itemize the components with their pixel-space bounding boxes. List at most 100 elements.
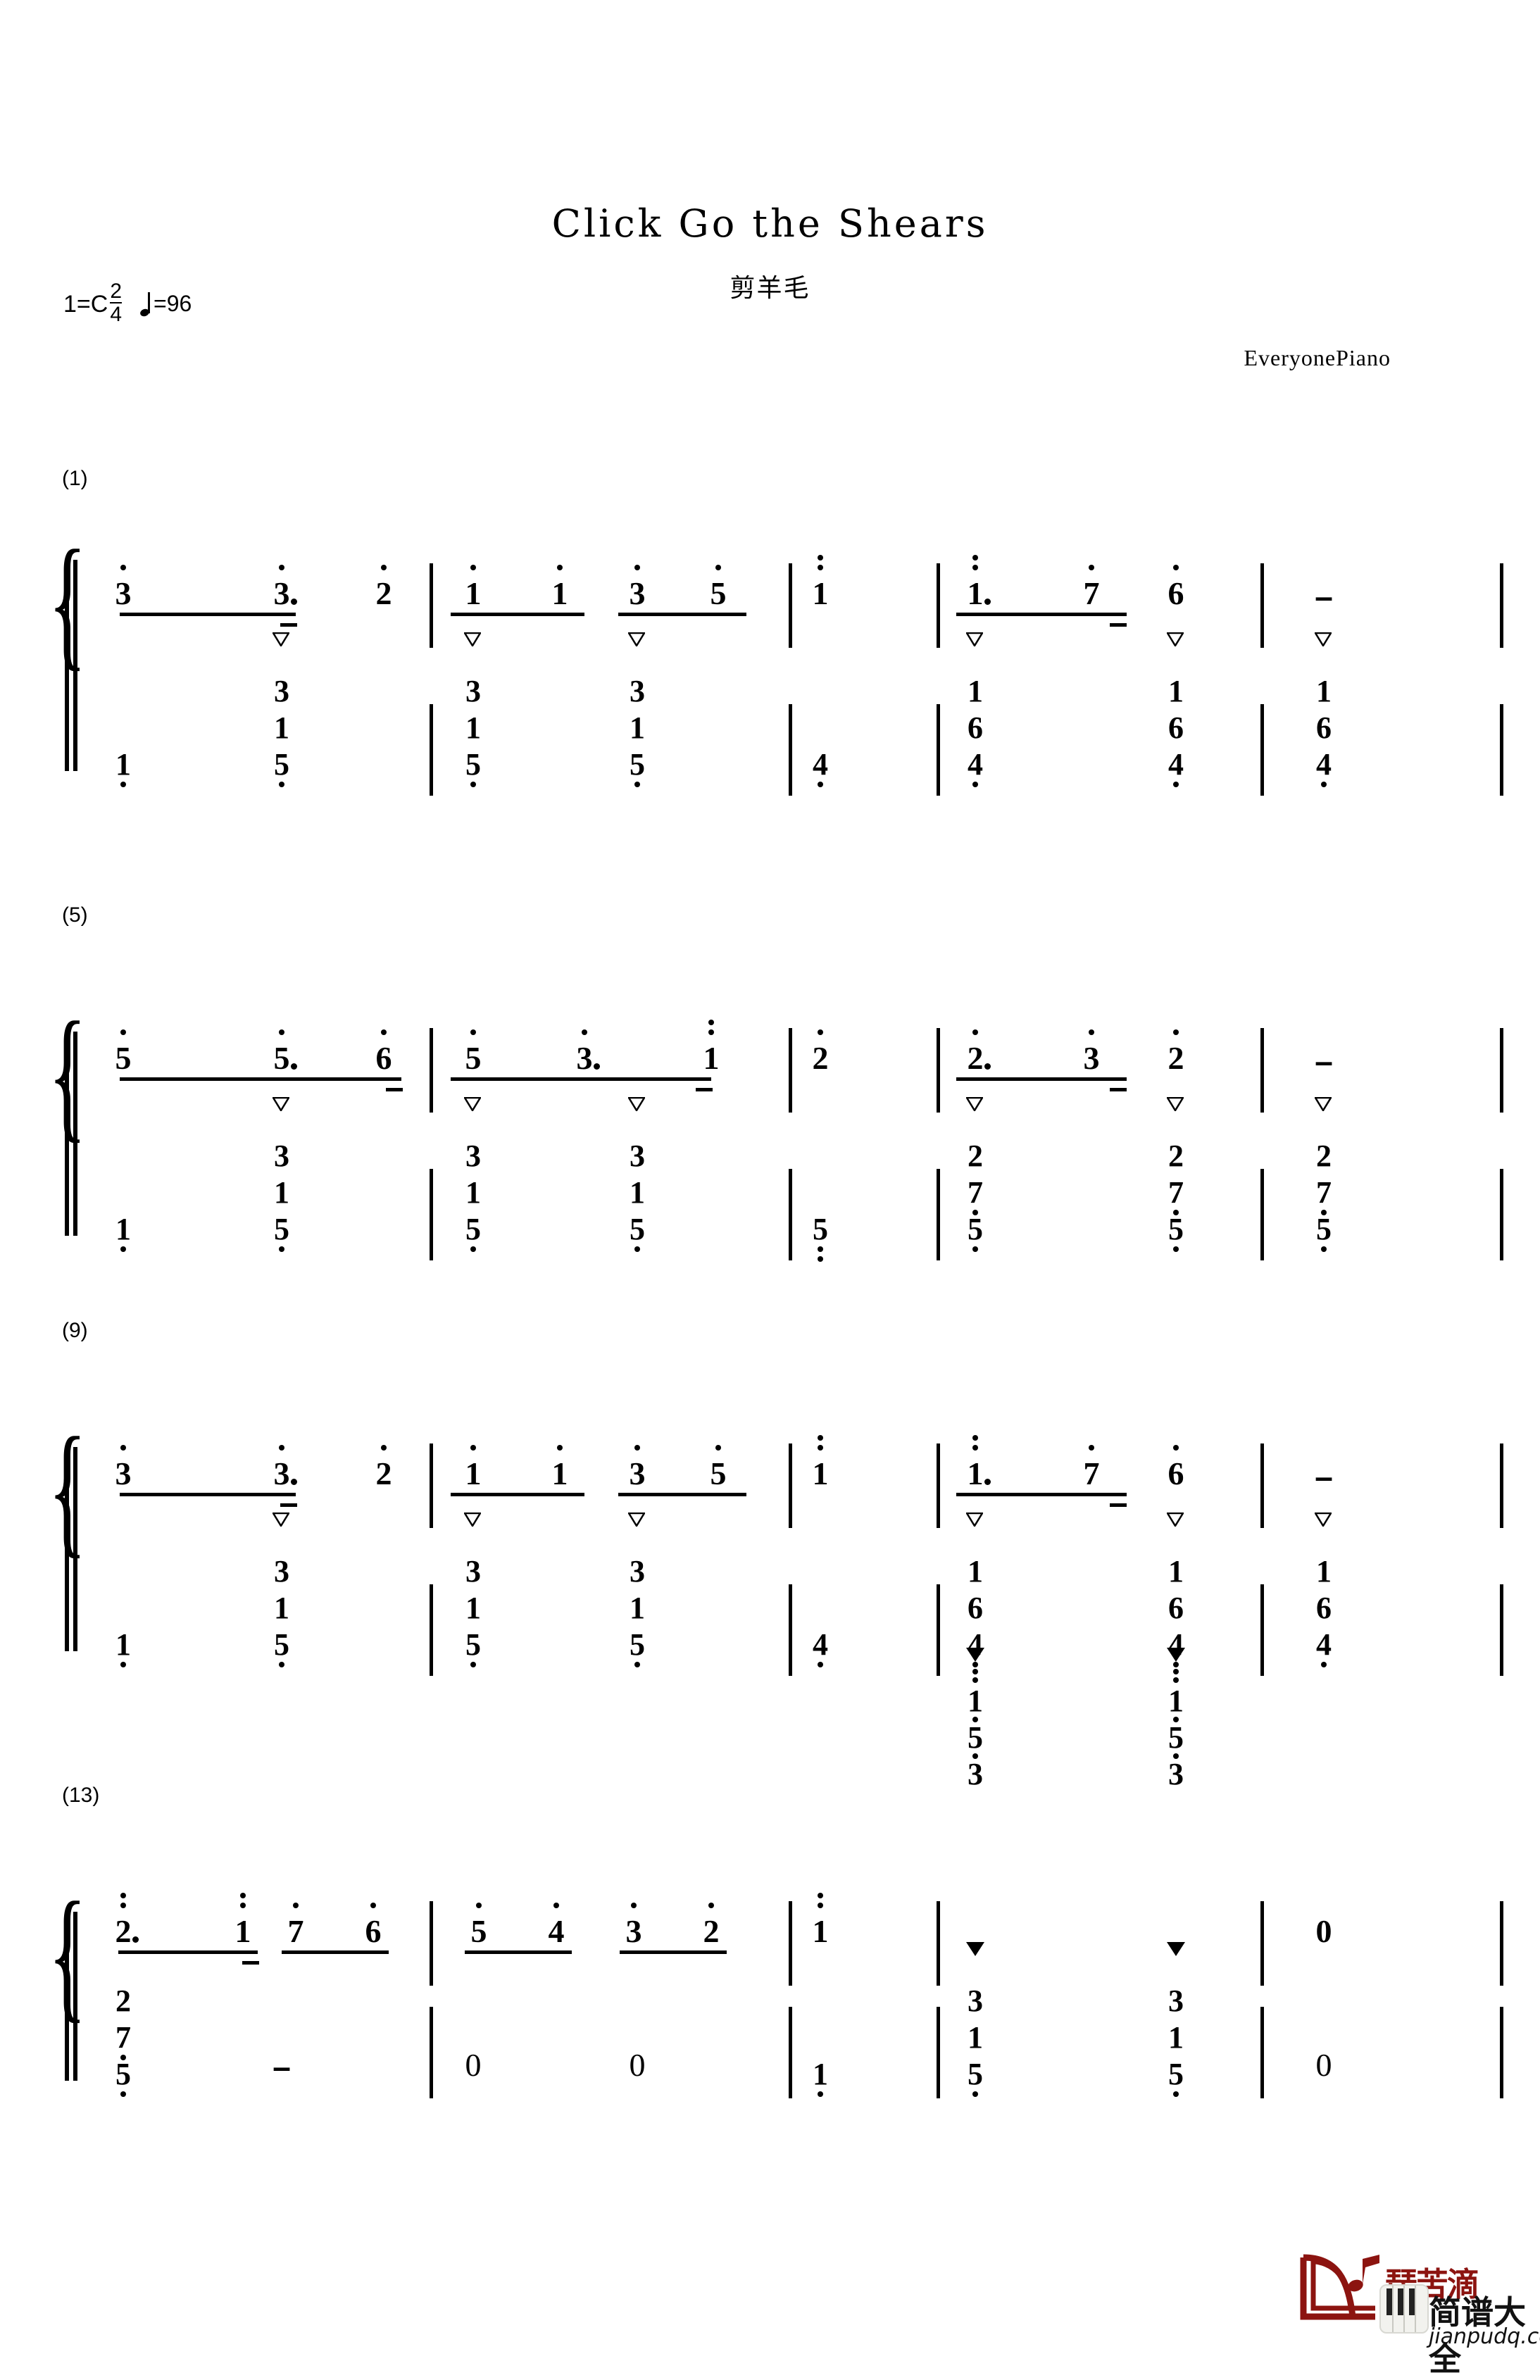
hold-dash: – [1315,1458,1333,1495]
melody-note: 5 [706,565,730,610]
melody-note: 1 [461,565,485,610]
left-hand-chord: 315 [268,673,296,787]
pedal-triangle-icon [628,1512,645,1527]
chord-note: 5 [630,1211,645,1252]
octave-up-dots [631,1903,637,1912]
barline [937,1443,940,1528]
beam-line [242,1961,259,1965]
beam-line [1110,1503,1127,1507]
barline [1260,563,1264,648]
octave-dot [715,1445,721,1451]
octave-dot [1173,1445,1179,1451]
rest-zero: 0 [629,2047,646,2083]
chord-note: 1 [630,1590,645,1625]
octave-dot [818,1435,823,1441]
octave-dot [634,1445,640,1451]
barline [1260,1028,1264,1113]
chord-note: 6 [1168,1590,1184,1625]
barline [1260,1584,1264,1676]
barline [1500,704,1503,796]
pedal-triangle-icon [1315,1512,1332,1527]
chord-note: 1 [465,1590,481,1625]
pedal-triangle-icon [628,632,645,646]
octave-dot [120,1661,126,1667]
barline [937,1169,940,1260]
octave-dot [634,781,640,787]
octave-dot [279,1029,284,1035]
octave-dot [553,1903,559,1908]
octave-down-dots [818,1246,823,1252]
chord-note: 1 [1168,674,1184,708]
chord-note: 3 [274,1139,289,1173]
melody-note: 3 [622,1903,646,1948]
chord-note: 4 [813,746,828,787]
left-hand-chord: 1 [806,2056,834,2097]
left-hand-chord: 315 [961,1983,989,2097]
hold-dash: – [273,2048,291,2085]
left-hand-chord: 164 [961,673,989,787]
chord-note: 2 [1168,1139,1184,1173]
barline [430,1169,433,1260]
barline [1500,563,1503,648]
melody-note: 1 [548,565,572,610]
octave-dot [972,555,978,560]
chord-note: 5 [1316,1211,1332,1252]
octave-dot [972,1661,978,1667]
left-hand-chord: 315 [459,1553,487,1667]
chord-note: 3 [630,674,645,708]
octave-up-dots [120,1445,126,1455]
barline [430,1901,433,1986]
octave-dot [1321,781,1327,787]
start-barline [73,1447,77,1651]
start-barline [73,1032,77,1236]
octave-dot [240,1893,246,1898]
octave-up-dots [470,565,476,575]
barline [1260,1901,1264,1986]
barline [789,1443,792,1528]
octave-up-dots [818,1893,823,1912]
left-hand-chord: 315 [623,1553,651,1667]
page-title: Click Go the Shears [551,201,989,246]
chord-note: 1 [465,710,481,745]
melody-note: 2 [372,565,396,610]
octave-dot [381,1029,387,1035]
octave-up-dots [708,1903,714,1912]
octave-up-dots [120,565,126,575]
octave-up-dots [279,565,284,575]
pedal-triangle-icon [273,1097,289,1111]
octave-dot [972,1435,978,1441]
chord-note: 7 [115,2019,131,2060]
augmentation-dot [291,1479,297,1485]
barline [937,1901,940,1986]
chord-note: 1 [630,710,645,745]
chord-note: 5 [968,1211,983,1252]
page-subtitle: 剪羊毛 [730,274,810,303]
key-tempo-block: 1=C 2 4 =96 [63,281,192,326]
barline [1500,1584,1503,1676]
octave-dot [381,565,387,570]
beam-line [451,613,584,616]
barline [430,1443,433,1528]
chord-note: 1 [465,1175,481,1210]
octave-dot [972,1029,978,1035]
octave-dot [818,1255,823,1262]
pedal-triangle-filled-icon [966,1942,984,1956]
augmentation-dot [291,1063,297,1070]
octave-dot [381,1445,387,1451]
left-hand-chord: 315 [623,1138,651,1252]
octave-dot [120,1903,126,1908]
measure-number: (1) [62,467,88,490]
octave-up-dots [972,1669,978,1686]
barline [937,1584,940,1676]
octave-dot [1173,1716,1179,1722]
left-hand-chord: 164 [1310,1553,1338,1667]
octave-up-dots [381,1029,387,1039]
melody-note: 1 [808,555,832,610]
tempo-value: =96 [154,291,192,316]
accent-triangle-filled-icon [1167,1648,1185,1662]
octave-up-dots [557,1445,563,1455]
beam-line [618,613,746,616]
octave-dot [1173,1661,1179,1667]
pedal-triangle-icon [966,1512,983,1527]
melody-note: 5 [467,1903,491,1948]
